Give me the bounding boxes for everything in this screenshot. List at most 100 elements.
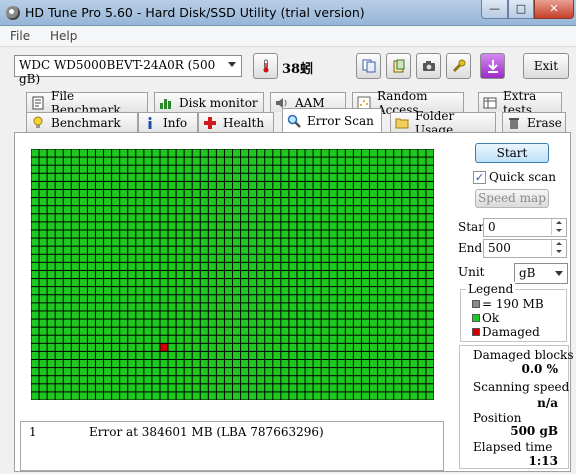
ok-block	[144, 173, 152, 181]
screenshot-button[interactable]	[416, 53, 441, 79]
ok-block	[265, 157, 273, 165]
tab-info[interactable]: Info	[138, 112, 198, 132]
tab-erase[interactable]: Erase	[502, 112, 566, 132]
ok-block	[241, 149, 249, 157]
ok-block	[361, 189, 370, 198]
ok-block	[353, 376, 361, 384]
ok-block	[31, 189, 39, 198]
ok-block	[289, 181, 297, 189]
ok-block	[95, 238, 104, 246]
ok-block	[152, 343, 160, 351]
ok-block	[79, 214, 87, 222]
tab-error-scan[interactable]: Error Scan	[282, 108, 382, 132]
elapsed-time-value: 1:13	[528, 454, 558, 468]
ok-block	[208, 254, 216, 262]
copy-info-button[interactable]	[386, 53, 411, 79]
ok-block	[297, 230, 305, 238]
ok-block	[95, 368, 104, 376]
ok-block	[321, 311, 329, 319]
tab-folder-usage[interactable]: Folder Usage	[390, 109, 496, 137]
ok-block	[281, 189, 289, 198]
ok-block	[337, 384, 345, 392]
ok-block	[39, 173, 47, 181]
ok-block	[370, 368, 378, 376]
ok-block	[31, 157, 39, 165]
ok-block	[265, 181, 273, 189]
ok-block	[265, 254, 273, 262]
ok-block	[79, 360, 87, 368]
ok-block	[273, 262, 281, 270]
start-spin-up[interactable]	[551, 219, 566, 227]
save-button[interactable]	[480, 53, 505, 79]
ok-block	[281, 327, 289, 335]
start-input[interactable]: 0	[483, 218, 567, 237]
ok-block	[410, 392, 418, 400]
damaged-swatch	[472, 328, 480, 336]
ok-block	[71, 157, 79, 165]
ok-block	[321, 222, 329, 230]
error-log[interactable]: 1 Error at 384601 MB (LBA 787663296)	[20, 421, 444, 471]
ok-block	[402, 279, 410, 287]
quick-scan-checkbox[interactable]: ✓	[473, 171, 486, 184]
ok-block	[353, 214, 361, 222]
menu-help[interactable]: Help	[50, 29, 77, 43]
end-input[interactable]: 500	[483, 239, 567, 258]
close-button[interactable]: ✕	[534, 0, 574, 19]
tab-health[interactable]: Health	[198, 112, 274, 132]
menu-file[interactable]: File	[10, 29, 30, 43]
tab-benchmark[interactable]: Benchmark	[26, 112, 138, 132]
ok-block	[337, 351, 345, 360]
ok-block	[289, 376, 297, 384]
ok-block	[273, 238, 281, 246]
ok-block	[281, 238, 289, 246]
speed-map-button[interactable]: Speed map	[475, 189, 549, 208]
ok-swatch	[472, 314, 480, 322]
start-button[interactable]: Start	[475, 143, 549, 163]
maximize-button[interactable]: □	[508, 0, 534, 19]
ok-block	[216, 376, 224, 384]
minimize-button[interactable]: —	[481, 0, 508, 19]
unit-select[interactable]: gB	[514, 263, 568, 284]
start-spin-down[interactable]	[551, 227, 566, 235]
ok-block	[370, 165, 378, 173]
copy-text-button[interactable]	[356, 53, 381, 79]
drive-select[interactable]: WDC WD5000BEVT-24A0R (500 gB)	[14, 55, 242, 86]
ok-block	[200, 335, 208, 343]
ok-block	[273, 343, 281, 351]
ok-block	[313, 351, 321, 360]
exit-button[interactable]: Exit	[523, 53, 569, 79]
ok-block	[402, 303, 410, 311]
temperature-button[interactable]	[253, 53, 278, 79]
legend-damaged-label: Damaged	[482, 325, 540, 339]
chevron-down-icon	[555, 271, 563, 276]
ok-block	[394, 311, 402, 319]
ok-block	[249, 157, 257, 165]
ok-block	[273, 222, 281, 230]
ok-block	[402, 157, 410, 165]
ok-block	[47, 149, 55, 157]
ok-block	[305, 262, 313, 270]
ok-block	[370, 327, 378, 335]
ok-block	[353, 343, 361, 351]
ok-block	[337, 181, 345, 189]
ok-block	[39, 351, 47, 360]
ok-block	[128, 198, 136, 206]
ok-block	[378, 392, 386, 400]
ok-block	[265, 335, 273, 343]
ok-block	[144, 157, 152, 165]
ok-block	[39, 368, 47, 376]
tab-disk-monitor[interactable]: Disk monitor	[154, 92, 264, 112]
end-spin-up[interactable]	[551, 240, 566, 248]
ok-block	[71, 295, 79, 303]
tab-file-benchmark[interactable]: File Benchmark	[26, 89, 148, 117]
ok-block	[136, 368, 144, 376]
ok-block	[55, 351, 63, 360]
ok-block	[152, 319, 160, 327]
ok-block	[120, 198, 128, 206]
options-button[interactable]	[446, 53, 471, 79]
end-spin-down[interactable]	[551, 248, 566, 256]
ok-block	[176, 351, 184, 360]
ok-block	[353, 230, 361, 238]
ok-block	[31, 173, 39, 181]
ok-block	[136, 303, 144, 311]
